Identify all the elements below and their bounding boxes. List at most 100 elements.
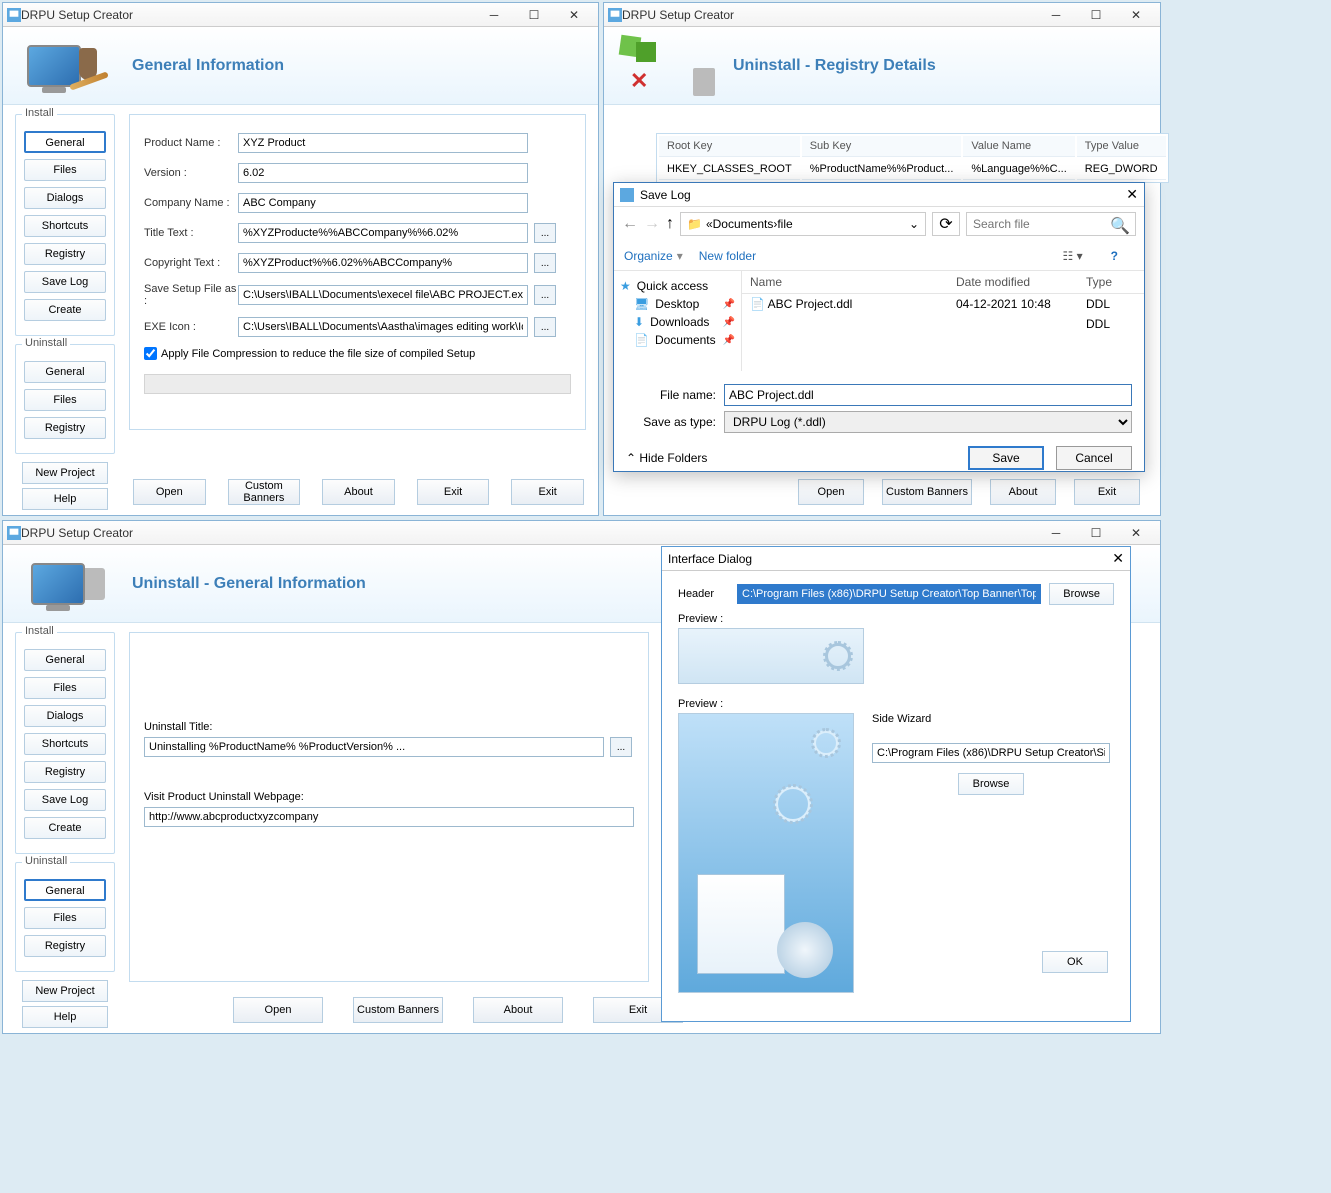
dialog-close-icon[interactable]: ✕ xyxy=(1112,550,1124,567)
exeicon-input[interactable] xyxy=(238,317,528,337)
nav-shortcuts[interactable]: Shortcuts xyxy=(24,215,106,237)
nav-un-files[interactable]: Files xyxy=(24,907,106,929)
uninstall-title-browse[interactable]: ... xyxy=(610,737,632,757)
nav-un-files[interactable]: Files xyxy=(24,389,106,411)
tree-downloads[interactable]: ⬇Downloads📌 xyxy=(620,313,735,331)
dialog-titlebar[interactable]: Save Log ✕ xyxy=(614,183,1144,207)
cancel-button[interactable]: Cancel xyxy=(1056,446,1132,470)
col-valuename[interactable]: Value Name xyxy=(963,136,1074,157)
titlebar[interactable]: DRPU Setup Creator ─ ☐ ✕ xyxy=(3,521,1160,545)
nav-create[interactable]: Create xyxy=(24,299,106,321)
help-icon[interactable]: ? xyxy=(1111,249,1118,263)
disc-icon xyxy=(777,922,833,978)
new-folder-button[interactable]: New folder xyxy=(699,249,756,263)
nav-registry[interactable]: Registry xyxy=(24,761,106,783)
copyright-browse[interactable]: ... xyxy=(534,253,556,273)
nav-create[interactable]: Create xyxy=(24,817,106,839)
hide-folders-toggle[interactable]: ⌃ Hide Folders xyxy=(626,451,707,465)
tree-desktop[interactable]: 🖥Desktop📌 xyxy=(620,295,735,313)
copyright-input[interactable] xyxy=(238,253,528,273)
about-button[interactable]: About xyxy=(990,479,1056,505)
nav-un-registry[interactable]: Registry xyxy=(24,935,106,957)
about-button[interactable]: About xyxy=(473,997,563,1023)
nav-dialogs[interactable]: Dialogs xyxy=(24,187,106,209)
nav-dialogs[interactable]: Dialogs xyxy=(24,705,106,727)
col-type[interactable]: Type xyxy=(1086,275,1136,289)
nav-un-general[interactable]: General xyxy=(24,361,106,383)
version-input[interactable] xyxy=(238,163,528,183)
open-button[interactable]: Open xyxy=(133,479,206,505)
maximize-button[interactable]: ☐ xyxy=(514,5,554,25)
view-icon[interactable]: ☷ ▾ xyxy=(1063,249,1083,263)
organize-menu[interactable]: Organize xyxy=(624,249,673,263)
maximize-button[interactable]: ☐ xyxy=(1076,523,1116,543)
custom-banners-button[interactable]: Custom Banners xyxy=(228,479,301,505)
tree-documents[interactable]: 📄Documents📌 xyxy=(620,331,735,349)
minimize-button[interactable]: ─ xyxy=(474,5,514,25)
up-icon[interactable]: ↑ xyxy=(666,215,674,233)
savefile-input[interactable] xyxy=(238,285,528,305)
nav-general[interactable]: General xyxy=(24,131,106,153)
side-path-input[interactable] xyxy=(872,743,1110,763)
col-rootkey[interactable]: Root Key xyxy=(659,136,800,157)
col-name[interactable]: Name xyxy=(750,275,956,289)
tree-quick-access[interactable]: ★Quick access xyxy=(620,277,735,295)
product-name-input[interactable] xyxy=(238,133,528,153)
close-button[interactable]: ✕ xyxy=(554,5,594,25)
browse-button-1[interactable]: Browse xyxy=(1049,583,1114,605)
file-row[interactable]: 📄 ABC Project.ddl 04-12-2021 10:48 DDL xyxy=(742,294,1144,314)
exit-button[interactable]: Exit xyxy=(1074,479,1140,505)
nav-un-registry[interactable]: Registry xyxy=(24,417,106,439)
minimize-button[interactable]: ─ xyxy=(1036,5,1076,25)
exit-button-2[interactable]: Exit xyxy=(511,479,584,505)
file-row[interactable]: DDL xyxy=(742,314,1144,334)
back-icon[interactable]: ← xyxy=(622,215,638,233)
dialog-titlebar[interactable]: Interface Dialog ✕ xyxy=(662,547,1130,571)
open-button[interactable]: Open xyxy=(798,479,864,505)
minimize-button[interactable]: ─ xyxy=(1036,523,1076,543)
table-row[interactable]: HKEY_CLASSES_ROOT %ProductName%%Product.… xyxy=(659,159,1166,180)
custom-banners-button[interactable]: Custom Banners xyxy=(353,997,443,1023)
titlebar[interactable]: DRPU Setup Creator ─ ☐ ✕ xyxy=(3,3,598,27)
exit-button[interactable]: Exit xyxy=(417,479,490,505)
maximize-button[interactable]: ☐ xyxy=(1076,5,1116,25)
nav-savelog[interactable]: Save Log xyxy=(24,271,106,293)
close-button[interactable]: ✕ xyxy=(1116,5,1156,25)
forward-icon[interactable]: → xyxy=(644,215,660,233)
nav-files[interactable]: Files xyxy=(24,677,106,699)
title-input[interactable] xyxy=(238,223,528,243)
nav-shortcuts[interactable]: Shortcuts xyxy=(24,733,106,755)
company-input[interactable] xyxy=(238,193,528,213)
nav-registry[interactable]: Registry xyxy=(24,243,106,265)
title-browse[interactable]: ... xyxy=(534,223,556,243)
nav-general[interactable]: General xyxy=(24,649,106,671)
header-path-input[interactable] xyxy=(737,584,1041,604)
ok-button[interactable]: OK xyxy=(1042,951,1108,973)
save-button[interactable]: Save xyxy=(968,446,1044,470)
nav-savelog[interactable]: Save Log xyxy=(24,789,106,811)
close-button[interactable]: ✕ xyxy=(1116,523,1156,543)
pin-icon: 📌 xyxy=(723,317,735,328)
registry-table: Root Key Sub Key Value Name Type Value H… xyxy=(656,133,1169,183)
col-typevalue[interactable]: Type Value xyxy=(1077,136,1166,157)
saveas-select[interactable]: DRPU Log (*.ddl) xyxy=(724,411,1132,433)
compress-checkbox[interactable] xyxy=(144,347,157,360)
titlebar[interactable]: DRPU Setup Creator ─ ☐ ✕ xyxy=(604,3,1160,27)
about-button[interactable]: About xyxy=(322,479,395,505)
savefile-browse[interactable]: ... xyxy=(534,285,556,305)
col-subkey[interactable]: Sub Key xyxy=(802,136,962,157)
nav-files[interactable]: Files xyxy=(24,159,106,181)
path-bar[interactable]: 📁 « Documents› file ⌄ xyxy=(680,212,926,236)
visit-input[interactable] xyxy=(144,807,634,827)
col-date[interactable]: Date modified xyxy=(956,275,1086,289)
nav-un-general[interactable]: General xyxy=(24,879,106,901)
open-button[interactable]: Open xyxy=(233,997,323,1023)
side-preview xyxy=(678,713,854,993)
dialog-close-icon[interactable]: ✕ xyxy=(1126,186,1138,203)
exeicon-browse[interactable]: ... xyxy=(534,317,556,337)
filename-input[interactable] xyxy=(724,384,1132,406)
custom-banners-button[interactable]: Custom Banners xyxy=(882,479,972,505)
browse-button-2[interactable]: Browse xyxy=(958,773,1024,795)
uninstall-title-input[interactable] xyxy=(144,737,604,757)
refresh-icon[interactable]: ⟳ xyxy=(932,212,960,236)
